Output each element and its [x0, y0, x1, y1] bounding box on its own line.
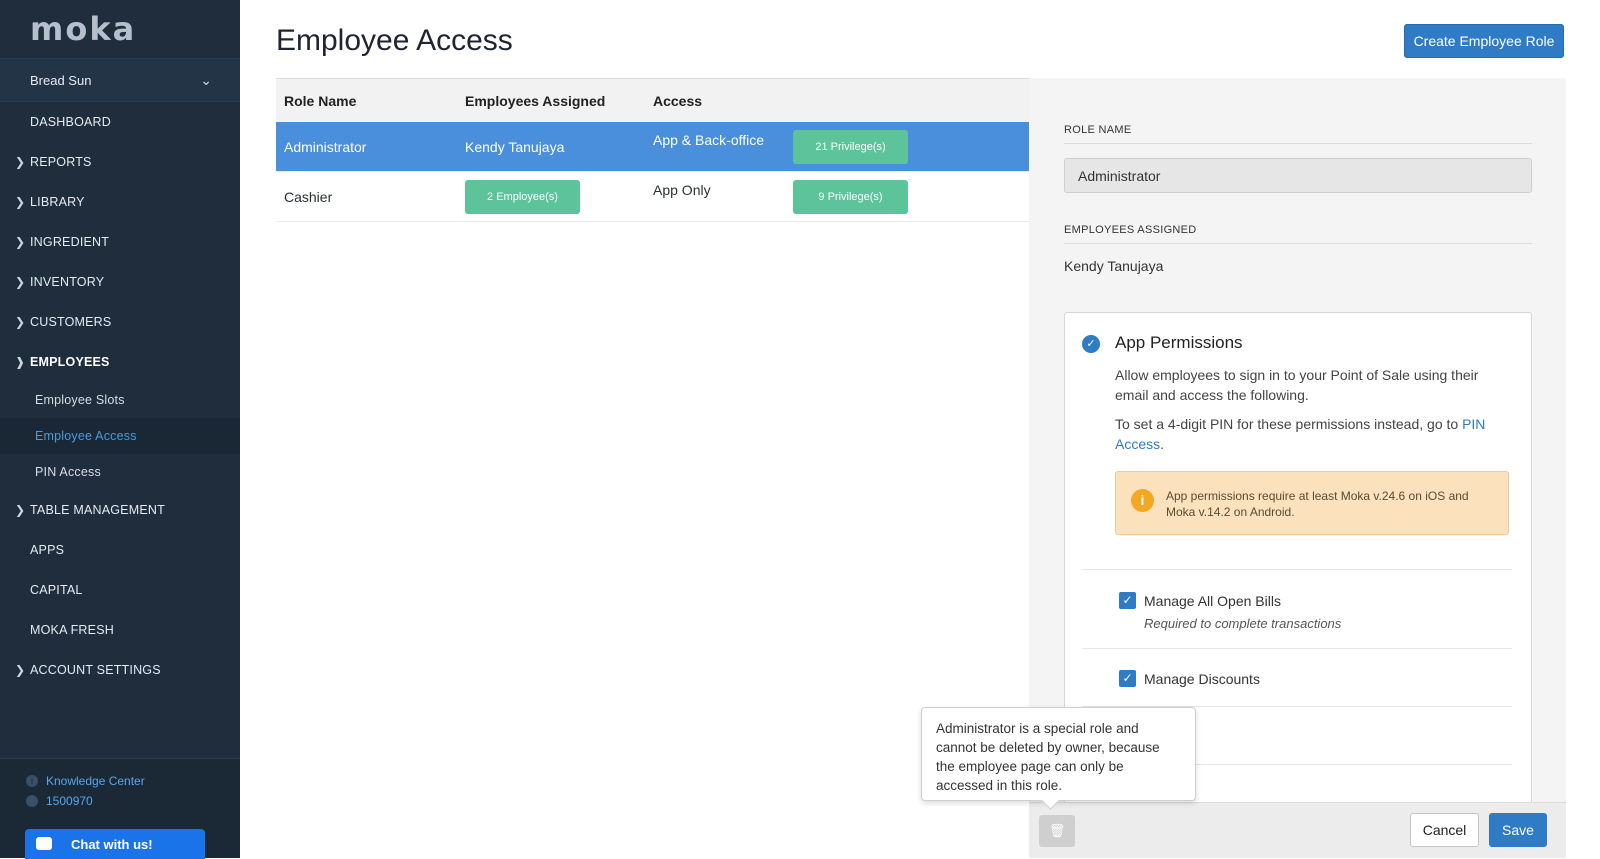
- sidebar-nav: DASHBOARD ❯ REPORTS ❯ LIBRARY ❯ INGREDIENT …: [0, 102, 240, 690]
- divider: [1064, 143, 1532, 144]
- chevron-right-icon: ❯: [15, 195, 26, 209]
- table-header: Role Name Employees Assigned Access: [276, 78, 1029, 122]
- nav-employee-slots[interactable]: Employee Slots: [0, 382, 240, 418]
- role-name-label: ROLE NAME: [1064, 124, 1132, 136]
- divider: [1082, 648, 1512, 649]
- employees-assigned-value: Kendy Tanujaya: [1064, 258, 1164, 274]
- store-name: Bread Sun: [30, 72, 92, 88]
- knowledge-center-link[interactable]: i Knowledge Center: [26, 771, 145, 791]
- nav-table-management[interactable]: ❯ TABLE MANAGEMENT: [0, 490, 240, 530]
- app-permissions-title: App Permissions: [1115, 333, 1243, 352]
- employees-cell: Kendy Tanujaya: [465, 138, 565, 155]
- chat-button[interactable]: Chat with us!: [25, 829, 205, 859]
- moka-logo[interactable]: moka: [0, 0, 240, 58]
- chevron-right-icon: ❯: [15, 155, 26, 169]
- sidebar: moka Bread Sun ⌄ DASHBOARD ❯ REPORTS ❯ LIB…: [0, 0, 240, 859]
- nav-account-settings[interactable]: ❯ ACCOUNT SETTINGS: [0, 650, 240, 690]
- phone-number[interactable]: 1500970: [26, 791, 145, 811]
- chevron-down-icon: ⌄: [200, 71, 212, 88]
- chevron-right-icon: ❯: [15, 503, 26, 517]
- nav-ingredient[interactable]: ❯ INGREDIENT: [0, 222, 240, 262]
- sidebar-footer: i Knowledge Center 1500970 Chat with us!: [0, 758, 240, 859]
- nav-library[interactable]: ❯ LIBRARY: [0, 182, 240, 222]
- warning-text: App permissions require at least Moka v.…: [1166, 489, 1469, 519]
- permission-label: Manage Discounts: [1144, 671, 1260, 687]
- table-row[interactable]: Cashier 2 Employee(s) App Only 9 Privile…: [276, 172, 1029, 222]
- nav-reports[interactable]: ❯ REPORTS: [0, 142, 240, 182]
- store-selector[interactable]: Bread Sun ⌄: [0, 58, 240, 102]
- chevron-right-icon: ❯: [15, 235, 26, 249]
- chevron-right-icon: ❯: [15, 315, 26, 329]
- chevron-down-icon: ❱: [15, 355, 26, 369]
- pin-access-hint: To set a 4-digit PIN for these permissio…: [1115, 416, 1486, 452]
- roles-table: Role Name Employees Assigned Access Admi…: [276, 78, 1029, 222]
- version-warning: i App permissions require at least Moka …: [1115, 471, 1509, 535]
- page-title: Employee Access: [276, 24, 513, 57]
- info-icon: i: [26, 775, 38, 787]
- check-circle-icon[interactable]: ✓: [1082, 335, 1100, 353]
- app-permissions-description: Allow employees to sign in to your Point…: [1115, 367, 1479, 403]
- column-header[interactable]: Access: [653, 93, 793, 109]
- nav-inventory[interactable]: ❯ INVENTORY: [0, 262, 240, 302]
- permission-note: Required to complete transactions: [1144, 616, 1342, 631]
- panel-footer: 🗑 Cancel Save: [1029, 802, 1566, 858]
- role-name-field[interactable]: Administrator: [1064, 158, 1532, 193]
- nav-pin-access[interactable]: PIN Access: [0, 454, 240, 490]
- create-employee-role-button[interactable]: Create Employee Role: [1404, 24, 1564, 58]
- nav-employee-access[interactable]: Employee Access: [0, 418, 240, 454]
- employees-assigned-label: EMPLOYEES ASSIGNED: [1064, 224, 1197, 236]
- chevron-right-icon: ❯: [15, 275, 26, 289]
- checkbox-manage-all-open-bills[interactable]: ✓: [1119, 592, 1136, 609]
- chat-bubble-icon: [36, 837, 52, 850]
- divider: [1082, 569, 1512, 570]
- divider: [1064, 243, 1532, 244]
- role-name-cell: Cashier: [284, 188, 333, 205]
- privileges-badge[interactable]: 9 Privilege(s): [793, 179, 908, 214]
- nav-employees[interactable]: ❱ EMPLOYEES: [0, 342, 240, 382]
- nav-apps[interactable]: APPS: [0, 530, 240, 570]
- nav-dashboard[interactable]: DASHBOARD: [0, 102, 240, 142]
- nav-capital[interactable]: CAPITAL: [0, 570, 240, 610]
- privileges-badge[interactable]: 21 Privilege(s): [793, 129, 908, 164]
- cancel-button[interactable]: Cancel: [1410, 813, 1479, 847]
- warning-icon: i: [1131, 489, 1154, 512]
- delete-disabled-tooltip: Administrator is a special role and cann…: [921, 707, 1196, 801]
- role-name-cell: Administrator: [284, 138, 367, 155]
- access-cell: App Only: [653, 182, 711, 198]
- column-header[interactable]: Employees Assigned: [465, 93, 653, 109]
- column-header[interactable]: Role Name: [276, 93, 465, 109]
- access-cell: App & Back-office: [653, 132, 765, 148]
- delete-role-button[interactable]: 🗑: [1039, 815, 1075, 847]
- nav-customers[interactable]: ❯ CUSTOMERS: [0, 302, 240, 342]
- checkbox-manage-discounts[interactable]: ✓: [1119, 670, 1136, 687]
- phone-icon: [26, 795, 38, 807]
- chevron-right-icon: ❯: [15, 663, 26, 677]
- nav-moka-fresh[interactable]: MOKA FRESH: [0, 610, 240, 650]
- employees-badge[interactable]: 2 Employee(s): [465, 179, 580, 214]
- permission-label: Manage All Open Bills: [1144, 593, 1281, 609]
- trash-icon: 🗑: [1048, 823, 1066, 838]
- save-button[interactable]: Save: [1489, 813, 1547, 847]
- table-row[interactable]: Administrator Kendy Tanujaya App & Back-…: [276, 122, 1029, 172]
